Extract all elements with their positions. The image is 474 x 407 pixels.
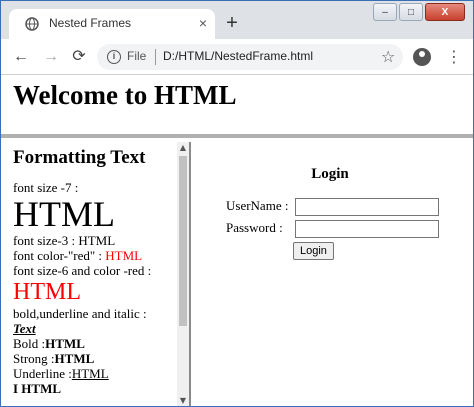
back-button[interactable]: ← bbox=[11, 47, 31, 67]
forward-button[interactable]: → bbox=[41, 47, 61, 67]
font-size-6-label: font size-6 and color -red : bbox=[13, 263, 152, 278]
username-label: UserName : bbox=[226, 198, 289, 213]
close-tab-icon[interactable]: × bbox=[195, 14, 211, 32]
scroll-up-icon[interactable]: ▲ bbox=[177, 142, 189, 154]
underline-sample: HTML bbox=[71, 366, 109, 381]
password-label: Password : bbox=[226, 220, 283, 235]
login-button[interactable]: Login bbox=[293, 242, 334, 260]
font-size-6-sample: HTML bbox=[13, 279, 81, 305]
bold-line: Bold :HTML bbox=[13, 336, 178, 351]
info-icon[interactable]: i bbox=[107, 50, 121, 64]
biu-sample: Text bbox=[13, 321, 36, 336]
partial-line: I HTML bbox=[13, 381, 62, 396]
scheme-label: File bbox=[127, 49, 147, 63]
left-frame-content: Formatting Text font size -7 : HTML font… bbox=[13, 146, 178, 396]
strong-line: Strong :HTML bbox=[13, 351, 178, 366]
font-size-3-label: font size-3 : HTML bbox=[13, 233, 116, 248]
right-frame: Login UserName : Password : Login bbox=[194, 142, 473, 406]
underline-label: Underline : bbox=[13, 366, 72, 381]
font-size-7-sample: HTML bbox=[13, 194, 115, 234]
page-title: Welcome to HTML bbox=[13, 80, 237, 110]
left-frame: Formatting Text font size -7 : HTML font… bbox=[1, 142, 191, 406]
star-icon[interactable]: ☆ bbox=[381, 47, 395, 66]
address-bar[interactable]: i File D:/HTML/NestedFrame.html bbox=[97, 44, 403, 70]
scroll-thumb[interactable] bbox=[179, 156, 187, 326]
window-controls: – □ X bbox=[373, 3, 465, 21]
browser-toolbar: ← → ⟳ i File D:/HTML/NestedFrame.html ☆ … bbox=[1, 39, 473, 75]
bold-sample: HTML bbox=[45, 336, 85, 351]
biu-sample-line: Text bbox=[13, 321, 178, 336]
top-frame: Welcome to HTML bbox=[1, 76, 473, 138]
maximize-button[interactable]: □ bbox=[399, 3, 423, 21]
font-size-7-label: font size -7 : bbox=[13, 180, 79, 195]
profile-icon[interactable] bbox=[413, 48, 431, 66]
left-frame-heading: Formatting Text bbox=[13, 147, 146, 168]
scroll-down-icon[interactable]: ▼ bbox=[177, 395, 189, 406]
globe-icon bbox=[25, 17, 39, 31]
biu-label: bold,underline and italic : bbox=[13, 306, 147, 321]
browser-window: Nested Frames × + – □ X ← → ⟳ i File D:/… bbox=[0, 0, 474, 407]
page-content: Welcome to HTML Formatting Text font siz… bbox=[1, 76, 473, 406]
password-row: Password : bbox=[226, 220, 440, 239]
menu-icon[interactable]: ⋮ bbox=[445, 48, 463, 66]
username-input[interactable] bbox=[295, 198, 440, 217]
close-window-button[interactable]: X bbox=[425, 3, 465, 21]
tab-title: Nested Frames bbox=[49, 16, 132, 30]
left-frame-scrollbar[interactable]: ▲ ▼ bbox=[177, 142, 189, 406]
minimize-button[interactable]: – bbox=[373, 3, 397, 21]
title-bar: Nested Frames × + – □ X bbox=[1, 1, 473, 39]
font-color-sample: HTML bbox=[105, 248, 143, 263]
strong-label: Strong : bbox=[13, 351, 55, 366]
new-tab-button[interactable]: + bbox=[221, 13, 243, 35]
font-color-line: font color-"red" : HTML bbox=[13, 248, 178, 263]
strong-sample: HTML bbox=[54, 351, 95, 366]
font-color-label: font color-"red" : bbox=[13, 248, 106, 263]
login-title: Login bbox=[311, 166, 349, 182]
reload-button[interactable]: ⟳ bbox=[69, 47, 89, 67]
underline-line: Underline :HTML bbox=[13, 366, 178, 381]
tab-nested-frames[interactable]: Nested Frames × bbox=[9, 9, 215, 39]
username-row: UserName : bbox=[226, 198, 440, 217]
address-separator bbox=[155, 49, 156, 65]
url-text[interactable]: D:/HTML/NestedFrame.html bbox=[163, 49, 313, 63]
password-input[interactable] bbox=[295, 220, 440, 239]
bold-label: Bold : bbox=[13, 336, 46, 351]
